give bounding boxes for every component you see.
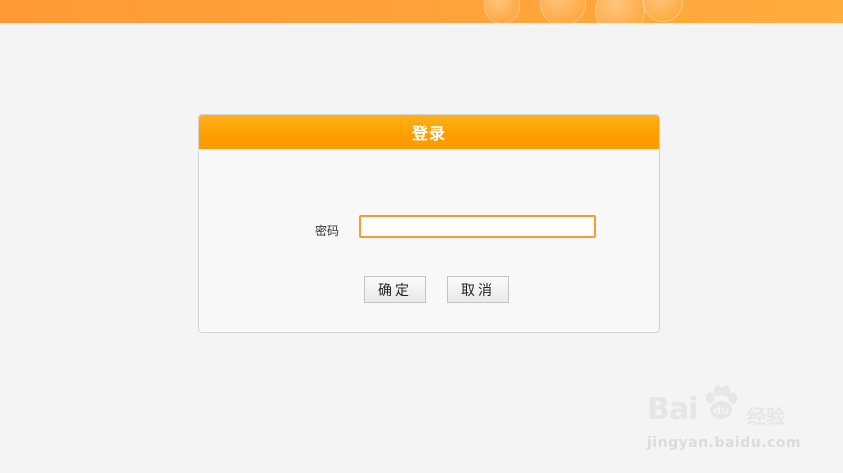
cancel-button[interactable]: 取消 — [447, 276, 509, 303]
banner-bubble — [643, 0, 683, 22]
banner-bubble — [484, 0, 520, 23]
watermark-suffix: 经验 — [747, 406, 786, 428]
baidu-jingyan-watermark: Bai du 经验 jingyan.baidu.com — [645, 380, 801, 455]
login-title: 登录 — [411, 124, 446, 143]
banner-bubble — [540, 0, 586, 23]
paw-icon: du — [705, 385, 738, 419]
ok-button[interactable]: 确定 — [364, 276, 426, 303]
password-label: 密码 — [315, 224, 340, 238]
password-input[interactable] — [359, 215, 596, 238]
watermark-url: jingyan.baidu.com — [647, 435, 802, 451]
login-panel: 登录 密码 确定 取消 — [198, 114, 660, 333]
banner-bubble — [595, 0, 645, 23]
watermark-brand: Bai — [647, 392, 698, 427]
top-banner — [0, 0, 843, 23]
login-panel-header: 登录 — [199, 115, 659, 149]
svg-text:du: du — [713, 404, 729, 417]
